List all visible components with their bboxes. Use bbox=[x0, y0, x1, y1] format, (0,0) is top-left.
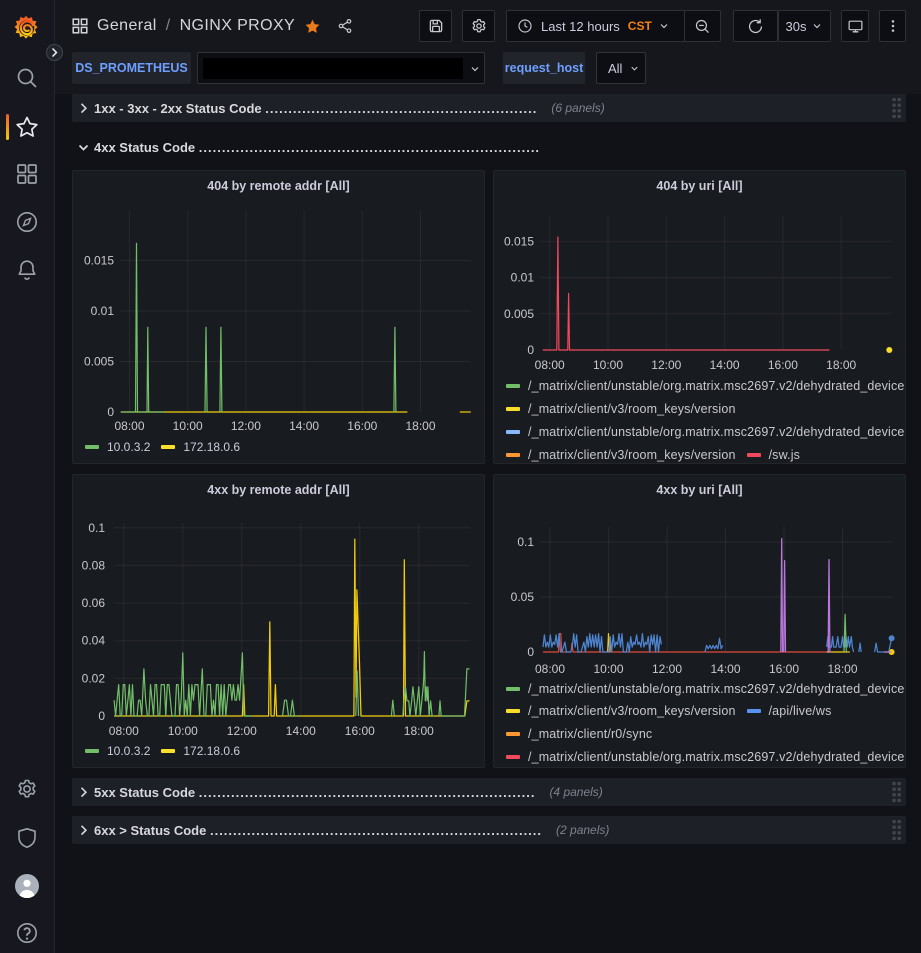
svg-text:0.015: 0.015 bbox=[84, 254, 114, 268]
svg-text:12:00: 12:00 bbox=[652, 662, 682, 676]
svg-text:0: 0 bbox=[107, 405, 114, 419]
svg-text:0.06: 0.06 bbox=[82, 596, 106, 610]
svg-text:0.005: 0.005 bbox=[84, 355, 114, 369]
svg-text:16:00: 16:00 bbox=[347, 419, 377, 433]
svg-text:14:00: 14:00 bbox=[710, 662, 740, 676]
svg-text:0.01: 0.01 bbox=[91, 304, 115, 318]
svg-text:10:00: 10:00 bbox=[593, 662, 623, 676]
svg-text:0.1: 0.1 bbox=[517, 535, 534, 549]
svg-text:10:00: 10:00 bbox=[168, 724, 198, 738]
svg-text:14:00: 14:00 bbox=[289, 419, 319, 433]
svg-text:16:00: 16:00 bbox=[769, 662, 799, 676]
svg-text:18:00: 18:00 bbox=[404, 724, 434, 738]
svg-text:10:00: 10:00 bbox=[593, 358, 623, 372]
svg-text:18:00: 18:00 bbox=[826, 358, 856, 372]
svg-text:0.08: 0.08 bbox=[82, 558, 106, 572]
svg-text:16:00: 16:00 bbox=[345, 724, 375, 738]
svg-text:0.04: 0.04 bbox=[82, 634, 106, 648]
svg-text:0.01: 0.01 bbox=[511, 271, 535, 285]
svg-text:0.005: 0.005 bbox=[504, 307, 534, 321]
svg-text:0: 0 bbox=[527, 645, 534, 659]
svg-text:10:00: 10:00 bbox=[173, 419, 203, 433]
svg-text:08:00: 08:00 bbox=[114, 419, 144, 433]
svg-text:0.05: 0.05 bbox=[511, 590, 535, 604]
svg-text:0.1: 0.1 bbox=[88, 521, 105, 535]
svg-text:14:00: 14:00 bbox=[710, 358, 740, 372]
svg-text:12:00: 12:00 bbox=[227, 724, 257, 738]
svg-text:18:00: 18:00 bbox=[405, 419, 435, 433]
svg-text:08:00: 08:00 bbox=[535, 358, 565, 372]
svg-text:0: 0 bbox=[98, 709, 105, 723]
svg-text:14:00: 14:00 bbox=[286, 724, 316, 738]
svg-text:08:00: 08:00 bbox=[109, 724, 139, 738]
svg-text:12:00: 12:00 bbox=[231, 419, 261, 433]
svg-text:0.02: 0.02 bbox=[82, 671, 106, 685]
svg-text:18:00: 18:00 bbox=[827, 662, 857, 676]
svg-text:0.015: 0.015 bbox=[504, 234, 534, 248]
svg-text:08:00: 08:00 bbox=[535, 662, 565, 676]
svg-text:16:00: 16:00 bbox=[768, 358, 798, 372]
svg-text:12:00: 12:00 bbox=[651, 358, 681, 372]
svg-text:0: 0 bbox=[527, 343, 534, 357]
